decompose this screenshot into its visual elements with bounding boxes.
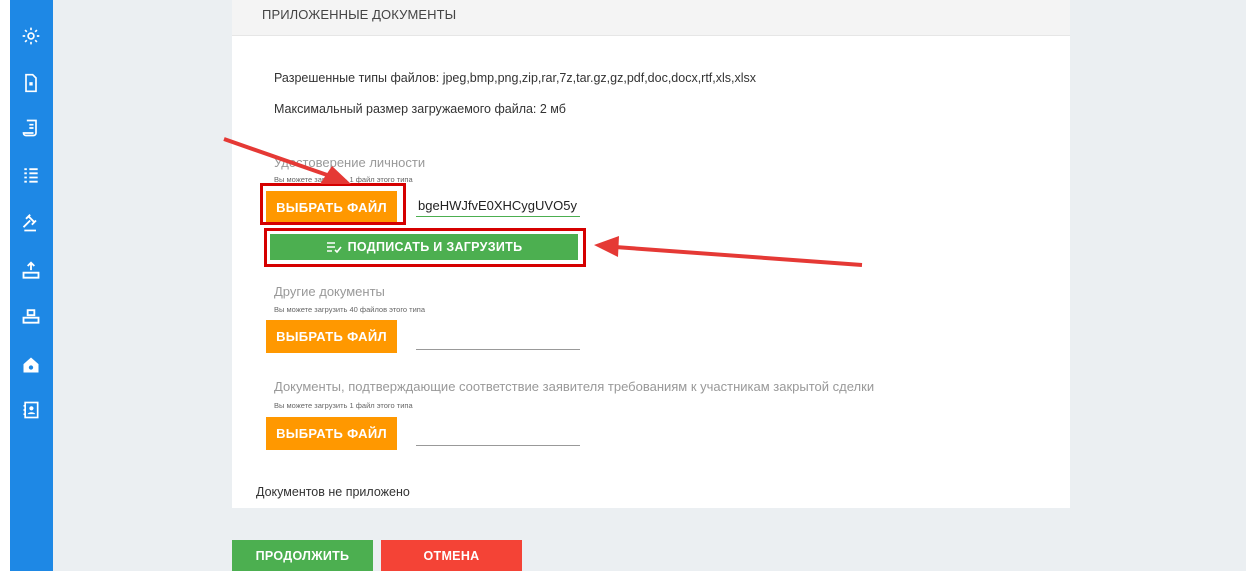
sidebar [10, 0, 53, 571]
file-name-field-identity[interactable] [416, 195, 580, 217]
cancel-button[interactable]: ОТМЕНА [381, 540, 522, 571]
no-documents-message: Документов не приложено [256, 485, 410, 499]
gear-icon[interactable] [18, 23, 44, 49]
sign-and-upload-button[interactable]: ПОДПИСАТЬ И ЗАГРУЗИТЬ [270, 234, 578, 260]
signature-icon [326, 242, 342, 253]
attached-documents-card: ПРИЛОЖЕННЫЕ ДОКУМЕНТЫ Разрешенные типы ф… [232, 0, 1070, 508]
tray-icon[interactable] [18, 303, 44, 329]
choose-file-button-compliance[interactable]: ВЫБРАТЬ ФАЙЛ [266, 417, 397, 450]
group-hint-compliance: Вы можете загрузить 1 файл этого типа [274, 401, 413, 410]
allowed-file-types: Разрешенные типы файлов: jpeg,bmp,png,zi… [274, 71, 757, 85]
continue-button[interactable]: ПРОДОЛЖИТЬ [232, 540, 373, 571]
upload-tray-icon[interactable] [18, 258, 44, 284]
file-name-field-other[interactable] [416, 328, 580, 350]
file-name-field-compliance[interactable] [416, 424, 580, 446]
group-title-other: Другие документы [274, 284, 385, 299]
sign-and-upload-label: ПОДПИСАТЬ И ЗАГРУЗИТЬ [347, 240, 523, 254]
address-book-icon[interactable] [18, 397, 44, 423]
group-title-compliance: Документы, подтверждающие соответствие з… [274, 379, 875, 394]
document-icon[interactable] [18, 70, 44, 96]
choose-file-button-identity[interactable]: ВЫБРАТЬ ФАЙЛ [266, 191, 397, 224]
money-house-icon[interactable] [18, 352, 44, 378]
gavel-icon[interactable] [18, 210, 44, 236]
scroll-icon[interactable] [18, 115, 44, 141]
left-edge [0, 0, 10, 571]
group-title-identity: Удостоверение личности [274, 155, 426, 170]
max-file-size: Максимальный размер загружаемого файла: … [274, 102, 566, 116]
card-header: ПРИЛОЖЕННЫЕ ДОКУМЕНТЫ [232, 0, 1070, 36]
group-hint-identity: Вы можете загрузить 1 файл этого типа [274, 175, 413, 184]
group-hint-other: Вы можете загрузить 40 файлов этого типа [274, 305, 426, 314]
card-title: ПРИЛОЖЕННЫЕ ДОКУМЕНТЫ [262, 7, 457, 22]
checklist-icon[interactable] [18, 162, 44, 188]
choose-file-button-other[interactable]: ВЫБРАТЬ ФАЙЛ [266, 320, 397, 353]
